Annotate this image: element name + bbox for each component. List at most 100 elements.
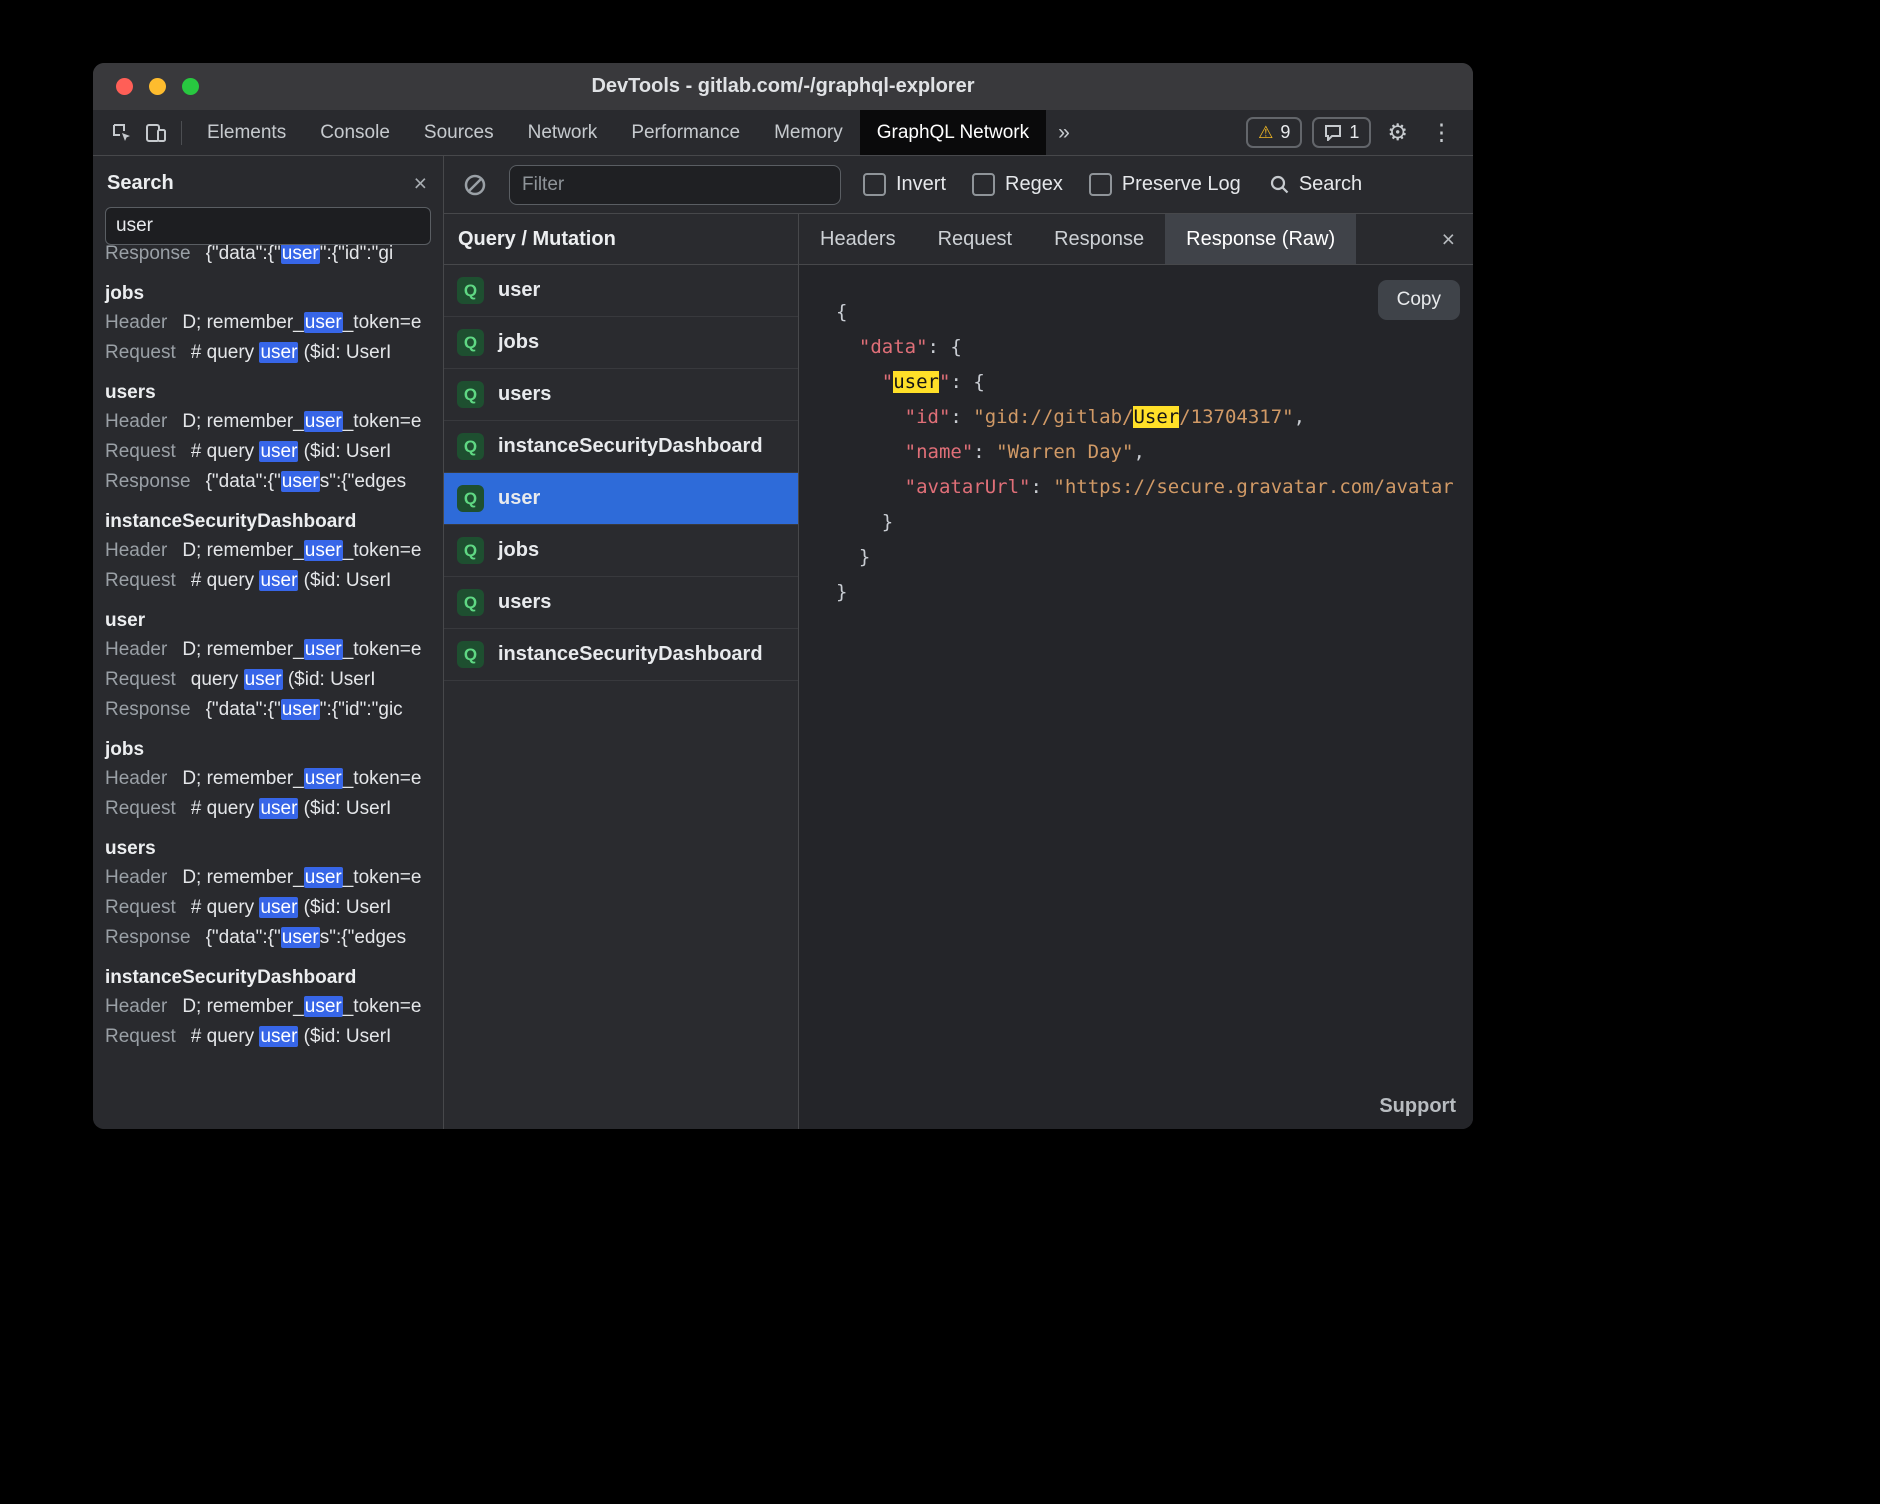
zoom-window-button[interactable] <box>182 78 199 95</box>
tab-console[interactable]: Console <box>303 110 407 155</box>
line-text: _token=e <box>343 768 422 789</box>
tab-network[interactable]: Network <box>511 110 615 155</box>
search-result-line[interactable]: HeaderD; remember_user_token=e <box>105 992 443 1022</box>
close-window-button[interactable] <box>116 78 133 95</box>
filter-input[interactable] <box>509 165 841 205</box>
json-token: , <box>1294 406 1305 428</box>
detail-tab-headers[interactable]: Headers <box>799 214 917 264</box>
search-result-line[interactable]: Response{"data":{"users":{"edges <box>105 923 443 953</box>
query-type-badge: Q <box>457 433 484 460</box>
query-list-item[interactable]: QinstanceSecurityDashboard <box>444 629 798 681</box>
kebab-menu-icon[interactable]: ⋮ <box>1424 119 1459 146</box>
search-result-line[interactable]: Request# query user ($id: UserI <box>105 893 443 923</box>
filter-bar: Invert Regex Preserve Log Search <box>444 156 1473 214</box>
query-list-item[interactable]: Quser <box>444 265 798 317</box>
search-result-line[interactable]: Response{"data":{"users":{"edges <box>105 467 443 497</box>
query-type-badge: Q <box>457 277 484 304</box>
window-titlebar: DevTools - gitlab.com/-/graphql-explorer <box>93 63 1473 110</box>
inspect-element-icon[interactable] <box>105 116 139 150</box>
line-text: D; remember_ <box>182 312 303 333</box>
block-icon[interactable] <box>463 173 487 197</box>
line-label: Request <box>105 794 176 824</box>
search-result-line[interactable]: Response{"data":{"user":{"id":"gi <box>105 245 443 269</box>
device-toolbar-icon[interactable] <box>139 116 173 150</box>
checkbox-regex[interactable]: Regex <box>972 173 1063 196</box>
search-input[interactable] <box>105 207 431 245</box>
search-group-title: instanceSecurityDashboard <box>105 967 443 989</box>
search-label: Search <box>1299 173 1362 196</box>
issues-badge[interactable]: 1 <box>1312 117 1371 148</box>
checkbox-invert[interactable]: Invert <box>863 173 946 196</box>
line-content: D; remember_user_token=e <box>182 308 421 338</box>
search-result-line[interactable]: Request# query user ($id: UserI <box>105 566 443 596</box>
more-tabs-button[interactable]: » <box>1046 121 1082 145</box>
search-result-line[interactable]: HeaderD; remember_user_token=e <box>105 635 443 665</box>
json-token: } <box>836 581 847 603</box>
search-result-line[interactable]: Response{"data":{"user":{"id":"gic <box>105 695 443 725</box>
query-type-badge: Q <box>457 329 484 356</box>
tab-performance[interactable]: Performance <box>614 110 757 155</box>
line-label: Header <box>105 764 167 794</box>
query-list-item[interactable]: Qjobs <box>444 525 798 577</box>
query-list-item[interactable]: Qusers <box>444 369 798 421</box>
traffic-lights <box>116 78 199 95</box>
line-text: ($id: UserI <box>283 669 376 690</box>
search-result-line[interactable]: HeaderD; remember_user_token=e <box>105 536 443 566</box>
checkbox-label-regex: Regex <box>1005 173 1063 196</box>
line-label: Header <box>105 407 167 437</box>
search-result-line[interactable]: HeaderD; remember_user_token=e <box>105 407 443 437</box>
detail-tab-response[interactable]: Response <box>1033 214 1165 264</box>
search-result-line[interactable]: Request# query user ($id: UserI <box>105 794 443 824</box>
json-token: { <box>950 336 961 358</box>
json-line: "id": "gid://gitlab/User/13704317", <box>836 400 1473 435</box>
tab-sources[interactable]: Sources <box>407 110 511 155</box>
search-result-group: usersHeaderD; remember_user_token=eReque… <box>105 838 443 953</box>
checkbox-preserve-log[interactable]: Preserve Log <box>1089 173 1241 196</box>
json-line: } <box>836 575 1473 610</box>
search-result-line[interactable]: Request# query user ($id: UserI <box>105 437 443 467</box>
line-content: D; remember_user_token=e <box>182 635 421 665</box>
minimize-window-button[interactable] <box>149 78 166 95</box>
query-list-item[interactable]: Qusers <box>444 577 798 629</box>
detail-tab-response-raw[interactable]: Response (Raw) <box>1165 214 1356 264</box>
checkbox-box-invert[interactable] <box>863 173 886 196</box>
line-content: D; remember_user_token=e <box>182 992 421 1022</box>
search-result-line[interactable]: HeaderD; remember_user_token=e <box>105 308 443 338</box>
checkbox-box-preserve-log[interactable] <box>1089 173 1112 196</box>
detail-close-icon[interactable]: × <box>1442 228 1473 251</box>
json-token: } <box>836 511 893 533</box>
search-group-title: users <box>105 382 443 404</box>
tab-memory[interactable]: Memory <box>757 110 860 155</box>
query-name: jobs <box>498 331 539 354</box>
query-list-item[interactable]: Qjobs <box>444 317 798 369</box>
search-result-line[interactable]: Requestquery user ($id: UserI <box>105 665 443 695</box>
line-content: {"data":{"users":{"edges <box>206 923 407 953</box>
search-result-line[interactable]: HeaderD; remember_user_token=e <box>105 764 443 794</box>
line-content: # query user ($id: UserI <box>191 566 392 596</box>
search-match: user <box>259 570 298 591</box>
line-text: ($id: UserI <box>298 897 391 918</box>
detail-tab-request[interactable]: Request <box>917 214 1034 264</box>
search-results: Response{"data":{"user":{"id":"gijobsHea… <box>93 245 443 1129</box>
json-token: : <box>973 441 996 463</box>
checkbox-box-regex[interactable] <box>972 173 995 196</box>
line-text: _token=e <box>343 996 422 1017</box>
support-link[interactable]: Support <box>1379 1095 1456 1118</box>
line-label: Request <box>105 665 176 695</box>
search-result-line[interactable]: HeaderD; remember_user_token=e <box>105 863 443 893</box>
settings-gear-icon[interactable]: ⚙ <box>1381 119 1414 146</box>
copy-button[interactable]: Copy <box>1378 280 1460 320</box>
search-result-line[interactable]: Request# query user ($id: UserI <box>105 1022 443 1052</box>
tab-elements[interactable]: Elements <box>190 110 303 155</box>
search-match: user <box>304 411 343 432</box>
query-list-item[interactable]: Quser <box>444 473 798 525</box>
search-close-icon[interactable]: × <box>414 172 427 195</box>
query-list-item[interactable]: QinstanceSecurityDashboard <box>444 421 798 473</box>
json-token <box>836 441 905 463</box>
filter-search-control[interactable]: Search <box>1269 173 1362 196</box>
tab-graphql-network[interactable]: GraphQL Network <box>860 110 1046 155</box>
search-result-line[interactable]: Request# query user ($id: UserI <box>105 338 443 368</box>
line-label: Header <box>105 863 167 893</box>
line-label: Request <box>105 1022 176 1052</box>
warnings-badge[interactable]: ⚠ 9 <box>1246 117 1302 148</box>
